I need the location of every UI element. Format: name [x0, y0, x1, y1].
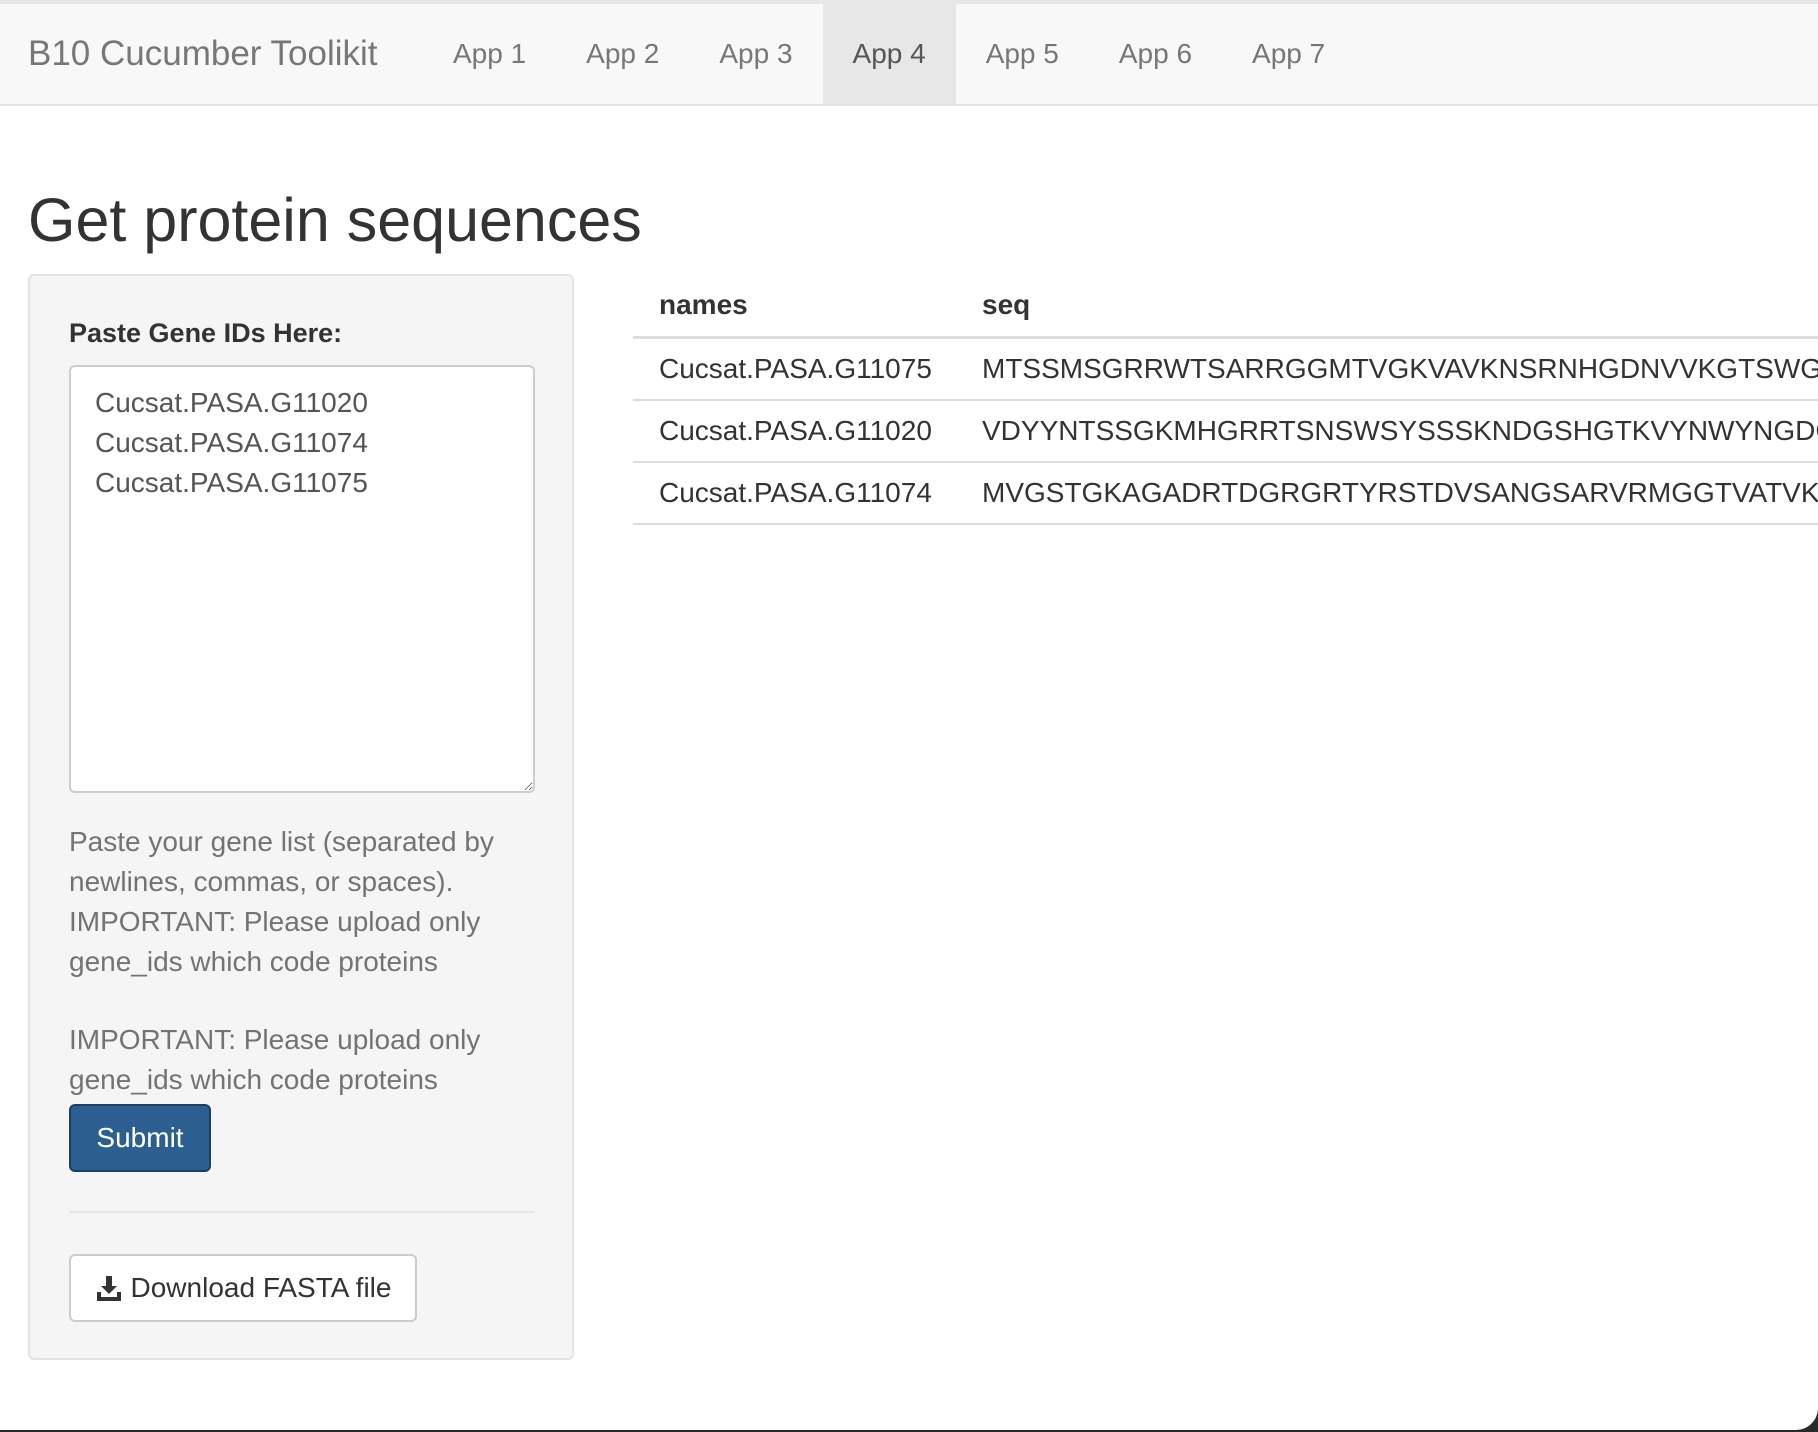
download-fasta-button[interactable]: Download FASTA file: [69, 1254, 417, 1322]
table-row: Cucsat.PASA.G11074 MVGSTGKAGADRTDGRGRTYR…: [633, 462, 1818, 525]
sidebar-panel: Paste Gene IDs Here: Cucsat.PASA.G11020 …: [28, 274, 574, 1360]
download-icon: [95, 1274, 123, 1302]
column-header-names[interactable]: names: [633, 274, 956, 339]
page-title: Get protein sequences: [28, 186, 642, 254]
tab-app-6[interactable]: App 6: [1089, 4, 1222, 104]
app-window: B10 Cucumber Toolikit App 1 App 2 App 3 …: [0, 0, 1818, 1430]
table-row: Cucsat.PASA.G11075 MTSSMSGRRWTSARRGGMTVG…: [633, 337, 1818, 401]
gene-ids-label: Paste Gene IDs Here:: [69, 318, 343, 348]
divider: [69, 1211, 535, 1213]
tab-app-3[interactable]: App 3: [689, 4, 822, 104]
table-header-row: names seq: [633, 274, 1818, 339]
cell-seq: MTSSMSGRRWTSARRGGMTVGKVAVKNSRNHGDNVVKGTS…: [956, 337, 1818, 401]
navbar-brand[interactable]: B10 Cucumber Toolikit: [28, 4, 378, 104]
cell-seq: VDYYNTSSGKMHGRRTSNSWSYSSSKNDGSHGTKVYNWYN…: [956, 400, 1818, 463]
tab-app-7[interactable]: App 7: [1222, 4, 1355, 104]
results-table: names seq Cucsat.PASA.G11075 MTSSMSGRRWT…: [633, 274, 1818, 525]
tab-app-4[interactable]: App 4: [822, 4, 956, 104]
help-text-important: IMPORTANT: Please upload only gene_ids w…: [69, 1024, 481, 1095]
submit-button[interactable]: Submit: [69, 1104, 211, 1172]
tab-app-1[interactable]: App 1: [423, 4, 556, 104]
help-text-gene-list: Paste your gene list (separated by newli…: [69, 826, 494, 977]
navbar: B10 Cucumber Toolikit App 1 App 2 App 3 …: [0, 0, 1818, 106]
download-fasta-label: Download FASTA file: [130, 1272, 392, 1303]
gene-ids-textarea[interactable]: Cucsat.PASA.G11020 Cucsat.PASA.G11074 Cu…: [69, 365, 535, 793]
cell-name: Cucsat.PASA.G11075: [633, 337, 956, 401]
table-row: Cucsat.PASA.G11020 VDYYNTSSGKMHGRRTSNSWS…: [633, 400, 1818, 463]
cell-name: Cucsat.PASA.G11020: [633, 400, 956, 463]
tab-app-5[interactable]: App 5: [956, 4, 1089, 104]
cell-name: Cucsat.PASA.G11074: [633, 462, 956, 525]
tab-app-2[interactable]: App 2: [556, 4, 689, 104]
cell-seq: MVGSTGKAGADRTDGRGRTYRSTDVSANGSARVRMGGTVA…: [956, 462, 1818, 525]
nav-tabs: App 1 App 2 App 3 App 4 App 5 App 6 App …: [423, 4, 1355, 104]
column-header-seq[interactable]: seq: [956, 274, 1818, 339]
